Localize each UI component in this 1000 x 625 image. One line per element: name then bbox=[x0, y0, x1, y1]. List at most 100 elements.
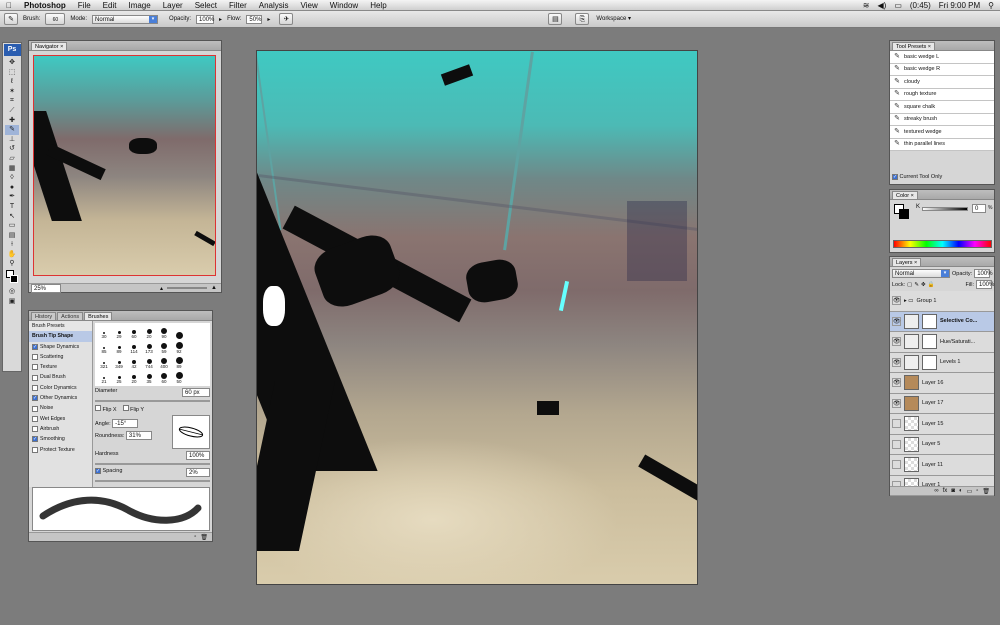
visibility-eye-icon[interactable] bbox=[892, 439, 901, 449]
brush-option-checkbox[interactable]: ✓ bbox=[32, 343, 38, 350]
tab-tool-presets[interactable]: Tool Presets × bbox=[892, 42, 936, 50]
tab-navigator[interactable]: Navigator × bbox=[31, 42, 68, 50]
apple-menu-icon[interactable]:  bbox=[0, 0, 18, 11]
type-tool-icon[interactable]: T bbox=[5, 202, 19, 212]
brush-tip[interactable]: 85 bbox=[97, 340, 111, 354]
delete-brush-icon[interactable]: 🗑 bbox=[200, 534, 208, 541]
tool-preset-item[interactable]: ✎ basic wedge R bbox=[890, 63, 994, 76]
current-tool-only-checkbox[interactable]: ✓ Current Tool Only bbox=[892, 174, 942, 180]
brush-tip[interactable]: 35 bbox=[142, 370, 156, 384]
tool-preset-item[interactable]: ✎ streaky brush bbox=[890, 113, 994, 126]
navigator-thumbnail[interactable] bbox=[33, 55, 216, 276]
blend-mode-select[interactable]: Normal ▾ bbox=[892, 269, 950, 278]
brush-tip[interactable]: 92 bbox=[172, 340, 186, 354]
hand-tool-icon[interactable]: ✋ bbox=[5, 250, 19, 260]
add-mask-icon[interactable]: ◙ bbox=[951, 488, 955, 494]
brush-tip[interactable]: 321 bbox=[97, 355, 111, 369]
brush-option-item[interactable]: Brush Presets bbox=[29, 321, 92, 332]
brush-option-checkbox[interactable]: ✓ bbox=[32, 436, 38, 443]
brush-tip[interactable]: 50 bbox=[172, 370, 186, 384]
brush-option-checkbox[interactable] bbox=[32, 354, 38, 361]
menu-layer[interactable]: Layer bbox=[157, 0, 189, 11]
brush-tool-preset-icon[interactable]: ✎ bbox=[4, 13, 18, 25]
fill-field[interactable]: 100% bbox=[976, 280, 994, 289]
clock[interactable]: Fri 9:00 PM bbox=[939, 1, 980, 10]
notes-tool-icon[interactable]: ▤ bbox=[5, 231, 19, 241]
brush-option-item[interactable]: Protect Texture bbox=[29, 445, 92, 455]
spacing-slider[interactable] bbox=[95, 480, 210, 482]
layer-mask-thumbnail[interactable] bbox=[922, 354, 937, 370]
menu-filter[interactable]: Filter bbox=[223, 0, 253, 11]
layer-row[interactable]: Layer 11 bbox=[890, 455, 994, 476]
menu-view[interactable]: View bbox=[295, 0, 324, 11]
eyedropper-tool-icon[interactable]: ⟊ bbox=[5, 240, 19, 250]
fx-icon[interactable]: fx bbox=[943, 488, 948, 494]
zoom-in-icon[interactable]: ▲ bbox=[211, 285, 217, 291]
background-swatch[interactable] bbox=[10, 275, 18, 284]
zoom-slider[interactable] bbox=[167, 287, 208, 289]
layer-row[interactable]: 👁 Levels 1 bbox=[890, 352, 994, 373]
layer-opacity-field[interactable]: 100% bbox=[974, 269, 993, 278]
visibility-eye-icon[interactable]: 👁 bbox=[892, 337, 901, 347]
link-layers-icon[interactable]: ∞ bbox=[934, 488, 938, 494]
path-select-icon[interactable]: ↖ bbox=[5, 212, 19, 222]
move-tool-icon[interactable]: ✥ bbox=[5, 58, 19, 68]
brush-picker[interactable]: 60 bbox=[45, 13, 66, 25]
brush-tip[interactable]: 89 bbox=[172, 355, 186, 369]
eraser-tool-icon[interactable]: ▱ bbox=[5, 154, 19, 164]
brush-tip[interactable]: 114 bbox=[127, 340, 141, 354]
tool-preset-item[interactable]: ✎ rough texture bbox=[890, 88, 994, 101]
airbrush-icon[interactable]: ✈ bbox=[279, 13, 294, 25]
menu-file[interactable]: File bbox=[72, 0, 97, 11]
brush-option-checkbox[interactable]: ✓ bbox=[32, 395, 38, 402]
menu-analysis[interactable]: Analysis bbox=[253, 0, 295, 11]
battery-icon[interactable]: ▭ bbox=[894, 1, 902, 10]
opacity-field[interactable]: 100% bbox=[196, 14, 214, 24]
visibility-eye-icon[interactable]: 👁 bbox=[892, 316, 901, 326]
visibility-eye-icon[interactable]: 👁 bbox=[892, 357, 901, 367]
flip-y-checkbox[interactable]: Flip Y bbox=[122, 405, 144, 413]
menu-window[interactable]: Window bbox=[324, 0, 364, 11]
palette-well-icon[interactable]: ▤ bbox=[548, 13, 563, 25]
marquee-tool-icon[interactable]: ⬚ bbox=[5, 68, 19, 78]
layer-row[interactable]: 👁 Selective Co... bbox=[890, 311, 994, 332]
brush-tip[interactable]: 173 bbox=[142, 340, 156, 354]
visibility-eye-icon[interactable]: 👁 bbox=[892, 296, 901, 306]
flip-x-checkbox[interactable]: Flip X bbox=[95, 405, 117, 413]
layer-row[interactable]: Layer 15 bbox=[890, 414, 994, 435]
tool-preset-item[interactable]: ✎ basic wedge L bbox=[890, 51, 994, 64]
stamp-tool-icon[interactable]: ⊥ bbox=[5, 135, 19, 145]
brush-tip[interactable]: 42 bbox=[127, 355, 141, 369]
visibility-eye-icon[interactable] bbox=[892, 460, 901, 470]
new-group-icon[interactable]: ▭ bbox=[967, 488, 973, 495]
flow-arrow-icon[interactable]: ▸ bbox=[267, 16, 270, 23]
layer-row[interactable]: Layer 5 bbox=[890, 434, 994, 455]
brush-tip[interactable]: 20 bbox=[142, 325, 156, 339]
tab-history[interactable]: History bbox=[31, 312, 57, 320]
diameter-slider[interactable] bbox=[95, 400, 210, 402]
menu-edit[interactable]: Edit bbox=[97, 0, 123, 11]
tool-preset-item[interactable]: ✎ cloudy bbox=[890, 76, 994, 89]
brush-tool-icon[interactable]: ✎ bbox=[5, 125, 19, 135]
brush-tip[interactable]: 21 bbox=[97, 370, 111, 384]
layer-mask-thumbnail[interactable] bbox=[922, 313, 937, 329]
tab-color[interactable]: Color × bbox=[892, 191, 918, 199]
brush-option-checkbox[interactable] bbox=[32, 426, 38, 433]
brush-option-item[interactable]: Wet Edges bbox=[29, 414, 92, 424]
brush-tip[interactable]: 349 bbox=[112, 355, 126, 369]
spacing-field[interactable]: 2% bbox=[186, 468, 210, 477]
layer-row[interactable]: 👁 ▸ ▭ Group 1 bbox=[890, 291, 994, 312]
brush-option-item[interactable]: Color Dynamics bbox=[29, 383, 92, 393]
color-bg-swatch[interactable] bbox=[899, 209, 909, 219]
quick-mask-icon[interactable]: ◎ bbox=[5, 287, 19, 297]
brush-tip[interactable] bbox=[172, 325, 186, 339]
spacing-checkbox[interactable]: ✓ Spacing bbox=[95, 468, 122, 477]
tool-preset-item[interactable]: ✎ textured wedge bbox=[890, 126, 994, 139]
brush-option-item[interactable]: Texture bbox=[29, 362, 92, 372]
visibility-eye-icon[interactable]: 👁 bbox=[892, 398, 901, 408]
visibility-eye-icon[interactable] bbox=[892, 419, 901, 429]
zoom-out-icon[interactable]: ▴ bbox=[160, 285, 163, 292]
brush-option-checkbox[interactable] bbox=[32, 415, 38, 422]
mode-select[interactable]: Normal ▾ bbox=[92, 14, 159, 24]
brush-option-checkbox[interactable] bbox=[32, 364, 38, 371]
